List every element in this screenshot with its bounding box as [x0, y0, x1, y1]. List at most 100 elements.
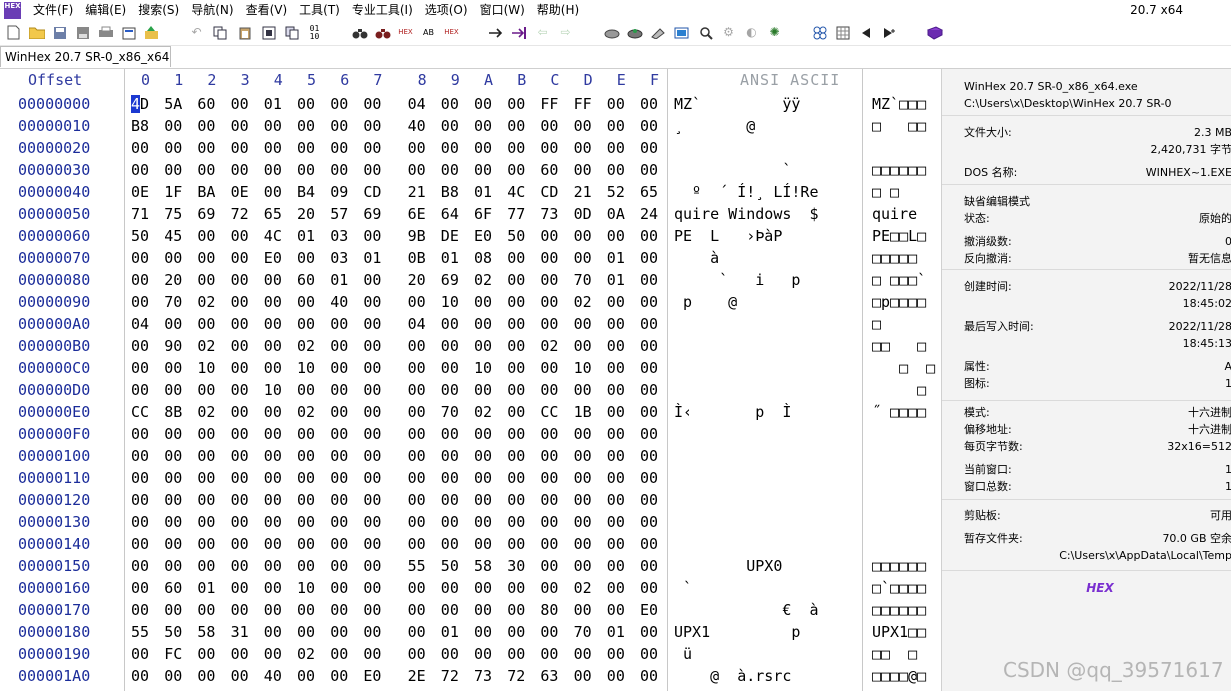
hex-byte[interactable]: FC [164, 644, 186, 664]
hex-byte[interactable]: 10 [297, 578, 319, 598]
hex-byte[interactable]: 00 [607, 226, 629, 246]
hex-row[interactable]: 000000A0 04 00 00 00 00 00 00 00 04 00 00 00 00 00 00 00… [0, 313, 940, 335]
hex-byte[interactable]: 00 [131, 424, 153, 444]
ansi-text[interactable]: ` [674, 578, 862, 598]
hex-byte[interactable]: 00 [574, 336, 596, 356]
hex-byte[interactable]: 00 [264, 512, 286, 532]
ansi-text[interactable]: ` i p [674, 270, 862, 290]
hex-byte[interactable]: 00 [297, 160, 319, 180]
hex-byte[interactable]: 00 [441, 336, 463, 356]
hex-byte[interactable]: 00 [607, 666, 629, 686]
hex-byte[interactable]: 00 [297, 314, 319, 334]
hex-byte[interactable]: 00 [330, 578, 352, 598]
hex-byte[interactable]: 00 [297, 468, 319, 488]
hex-byte[interactable]: 00 [330, 666, 352, 686]
hex-byte[interactable]: 00 [574, 226, 596, 246]
hex-byte[interactable]: 00 [441, 446, 463, 466]
hex-byte[interactable]: 00 [507, 270, 529, 290]
hex-byte[interactable]: 00 [474, 490, 496, 510]
hex-byte[interactable]: 00 [607, 380, 629, 400]
hex-byte[interactable]: 00 [131, 534, 153, 554]
hex-byte[interactable]: 00 [231, 578, 253, 598]
hex-byte[interactable]: 00 [231, 160, 253, 180]
hex-byte[interactable]: 00 [607, 336, 629, 356]
hex-byte[interactable]: 00 [441, 512, 463, 532]
hex-byte[interactable]: 00 [408, 424, 430, 444]
open-disk-icon[interactable] [143, 24, 160, 41]
hex-byte[interactable]: 00 [507, 314, 529, 334]
hex-byte[interactable]: 00 [363, 446, 385, 466]
hex-byte[interactable]: 00 [507, 402, 529, 422]
hex-byte[interactable]: FF [540, 94, 562, 114]
hex-byte[interactable]: E0 [363, 666, 385, 686]
hex-byte[interactable]: 00 [474, 512, 496, 532]
hex-byte[interactable]: B4 [297, 182, 319, 202]
hex-byte[interactable]: 8B [164, 402, 186, 422]
hex-byte[interactable]: 02 [574, 292, 596, 312]
hex-byte[interactable]: 72 [231, 204, 253, 224]
hex-byte[interactable]: 00 [164, 490, 186, 510]
hex-byte[interactable]: 00 [607, 402, 629, 422]
next-icon[interactable] [880, 24, 897, 41]
hex-row[interactable]: 00000130 00 00 00 00 00 00 00 00 00 00 00 00 00 00 00 00 [0, 511, 940, 533]
hex-row[interactable]: 00000110 00 00 00 00 00 00 00 00 00 00 00 00 00 00 00 00 [0, 467, 940, 489]
hex-byte[interactable]: 00 [640, 160, 662, 180]
hex-byte[interactable]: 00 [164, 160, 186, 180]
hex-byte[interactable]: 00 [607, 292, 629, 312]
zoom-icon[interactable] [673, 24, 690, 41]
hex-byte[interactable]: 00 [363, 622, 385, 642]
search-disk-icon[interactable] [697, 24, 714, 41]
hex-byte[interactable]: 00 [231, 226, 253, 246]
hex-byte[interactable]: 00 [574, 446, 596, 466]
hex-byte[interactable]: 00 [164, 138, 186, 158]
hex-byte[interactable]: 00 [297, 380, 319, 400]
hex-byte[interactable]: 00 [441, 468, 463, 488]
hex-byte[interactable]: 00 [640, 380, 662, 400]
hex-byte[interactable]: 00 [131, 248, 153, 268]
ansi-text[interactable]: p @ [674, 292, 862, 312]
ascii-text[interactable]: □□□□□□ [872, 160, 938, 180]
hex-byte[interactable]: 00 [441, 138, 463, 158]
hex-byte[interactable]: 52 [607, 182, 629, 202]
menu-edit[interactable]: 编辑(E) [79, 0, 132, 21]
ansi-text[interactable]: ` [674, 160, 862, 180]
hex-byte[interactable]: 00 [540, 490, 562, 510]
hex-byte[interactable]: 20 [408, 270, 430, 290]
hex-byte[interactable]: 00 [197, 600, 219, 620]
copy-icon[interactable] [211, 24, 228, 41]
ascii-text[interactable]: quire [872, 204, 938, 224]
open-folder-icon[interactable] [28, 24, 45, 41]
copy-block-icon[interactable] [283, 24, 300, 41]
hex-row[interactable]: 00000180 55 50 58 31 00 00 00 00 00 01 00 00 00 70 01 00… [0, 621, 940, 643]
hex-byte[interactable]: 00 [574, 138, 596, 158]
hex-byte[interactable]: 00 [231, 490, 253, 510]
hex-byte[interactable]: 00 [640, 292, 662, 312]
hex-byte[interactable]: 71 [131, 204, 153, 224]
hex-byte[interactable]: 00 [297, 512, 319, 532]
hex-row[interactable]: 00000030 00 00 00 00 00 00 00 00 00 00 00 00 60 00 00 00… [0, 159, 940, 181]
hex-byte[interactable]: 69 [363, 204, 385, 224]
hex-row[interactable]: 00000050 71 75 69 72 65 20 57 69 6E 64 6F 77 73 0D 0A 24… [0, 203, 940, 225]
hex-byte[interactable]: 00 [231, 468, 253, 488]
ascii-text[interactable]: □ [872, 314, 938, 334]
ascii-text[interactable]: PE□□L□ [872, 226, 938, 246]
hex-byte[interactable]: 00 [231, 336, 253, 356]
hex-byte[interactable]: 00 [607, 138, 629, 158]
ansi-text[interactable]: Ì‹ p Ì [674, 402, 862, 422]
hex-byte[interactable]: 00 [441, 424, 463, 444]
hex-byte[interactable]: 00 [164, 468, 186, 488]
hex-byte[interactable]: 00 [640, 556, 662, 576]
hex-byte[interactable]: 00 [640, 336, 662, 356]
hex-byte[interactable]: 00 [264, 292, 286, 312]
find-hex-icon[interactable] [374, 24, 391, 41]
hex-byte[interactable]: 00 [164, 424, 186, 444]
hex-byte[interactable]: 00 [330, 468, 352, 488]
hex-byte[interactable]: 00 [574, 490, 596, 510]
hex-byte[interactable]: 02 [474, 402, 496, 422]
hex-byte[interactable]: 00 [540, 292, 562, 312]
hex-byte[interactable]: 01 [197, 578, 219, 598]
hex-byte[interactable]: 00 [197, 468, 219, 488]
hex-byte[interactable]: 00 [408, 468, 430, 488]
hex-byte[interactable]: 00 [507, 578, 529, 598]
hex-byte[interactable]: 00 [363, 534, 385, 554]
